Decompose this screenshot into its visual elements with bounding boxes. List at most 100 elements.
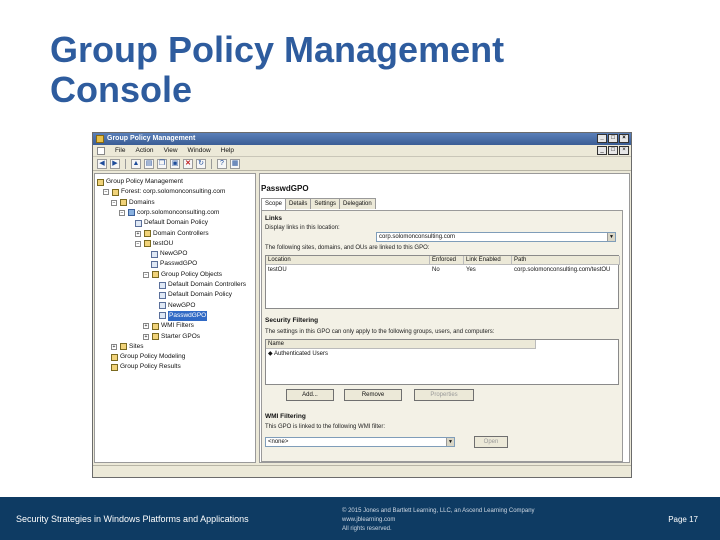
maximize-button[interactable]: □ — [608, 134, 618, 143]
tree-item[interactable]: Default Domain Controllers — [159, 280, 246, 290]
window-title: Group Policy Management — [107, 135, 196, 142]
tree-item[interactable]: Group Policy Modeling — [111, 352, 185, 362]
remove-button[interactable]: Remove — [344, 389, 402, 401]
security-grid[interactable]: Name ◆ Authenticated Users — [265, 339, 619, 385]
tree-item[interactable]: − Domains — [111, 198, 155, 208]
tree-item[interactable]: − Forest: corp.solomonconsulting.com — [103, 187, 225, 197]
tree-item[interactable]: Default Domain Policy — [135, 218, 208, 228]
tree-item[interactable]: Group Policy Management — [97, 177, 183, 187]
console-icon[interactable]: ▦ — [230, 158, 240, 169]
tree-item-label: Sites — [129, 342, 144, 350]
chevron-down-icon[interactable]: ▼ — [607, 233, 615, 241]
minimize-button[interactable]: _ — [597, 134, 607, 143]
paste-icon[interactable]: ▣ — [170, 158, 180, 169]
tree-item[interactable]: − testOU — [135, 239, 173, 249]
window-titlebar[interactable]: Group Policy Management _ □ × — [93, 133, 631, 145]
col-enforced[interactable]: Enforced — [430, 256, 464, 265]
modeling-icon — [111, 353, 118, 361]
tree-item-label: Default Domain Policy — [144, 219, 208, 227]
collapse-icon[interactable]: − — [111, 199, 117, 206]
tab-strip: Scope Details Settings Delegation — [261, 198, 376, 210]
gpo-title: PasswdGPO — [261, 184, 309, 193]
tab-settings[interactable]: Settings — [310, 198, 341, 209]
forward-icon[interactable]: ▶ — [110, 158, 120, 169]
expand-icon[interactable]: + — [143, 323, 149, 330]
menu-window[interactable]: Window — [188, 147, 211, 154]
status-bar — [93, 465, 631, 477]
tree-item-label: NewGPO — [160, 250, 188, 258]
tree-item[interactable]: + Sites — [111, 342, 143, 352]
slide-title-line2: Console — [50, 69, 193, 110]
scope-tab-panel: Links Display links in this location: co… — [261, 210, 623, 462]
col-path[interactable]: Path — [512, 256, 620, 265]
tree-item[interactable]: − corp.solomonconsulting.com — [119, 208, 219, 218]
security-row-authenticated-users[interactable]: ◆ Authenticated Users — [266, 350, 536, 359]
tab-delegation[interactable]: Delegation — [339, 198, 376, 209]
chevron-down-icon[interactable]: ▼ — [446, 438, 454, 446]
delete-icon[interactable]: ✕ — [183, 158, 193, 169]
child-maximize-button[interactable]: □ — [608, 146, 618, 155]
copy-icon[interactable]: ❐ — [157, 158, 167, 169]
tab-scope[interactable]: Scope — [261, 198, 287, 210]
tree-item-label: Group Policy Objects — [161, 270, 223, 278]
col-name[interactable]: Name — [266, 340, 536, 349]
refresh-icon[interactable]: ↻ — [196, 158, 206, 169]
back-icon[interactable]: ◀ — [97, 158, 107, 169]
menu-help[interactable]: Help — [221, 147, 234, 154]
website-line: www.jblearning.com — [342, 517, 396, 523]
tree-item-label: testOU — [153, 239, 174, 247]
child-close-button[interactable]: × — [619, 146, 629, 155]
sites-icon — [120, 343, 127, 351]
domain-icon — [128, 209, 135, 217]
page-number: Page 17 — [668, 515, 698, 524]
slide-title: Group Policy Management Console — [50, 30, 670, 110]
tree-item[interactable]: + WMI Filters — [143, 321, 194, 331]
collapse-icon[interactable]: − — [143, 271, 149, 278]
col-location[interactable]: Location — [266, 256, 430, 265]
child-minimize-button[interactable]: _ — [597, 146, 607, 155]
open-button[interactable]: Open — [474, 436, 508, 448]
folder-icon — [152, 271, 159, 279]
console-tree[interactable]: Group Policy Management − Forest: corp.sol… — [94, 173, 256, 463]
collapse-icon[interactable]: − — [119, 209, 125, 216]
tree-item-label: Domains — [129, 198, 155, 206]
tree-item[interactable]: − Group Policy Objects — [143, 270, 222, 280]
gpo-link-icon — [135, 219, 142, 227]
link-row-path[interactable]: corp.solomonconsulting.com/testOU — [512, 266, 620, 275]
collapse-icon[interactable]: − — [135, 240, 141, 247]
tree-item-label: WMI Filters — [161, 322, 194, 330]
tree-item[interactable]: Default Domain Policy — [159, 290, 232, 300]
menu-view[interactable]: View — [164, 147, 178, 154]
close-button[interactable]: × — [619, 134, 629, 143]
wmi-filter-combo[interactable]: <none> ▼ — [265, 437, 455, 447]
add-button[interactable]: Add... — [286, 389, 334, 401]
properties-icon[interactable]: ▤ — [144, 158, 154, 169]
tree-item[interactable]: + Domain Controllers — [135, 229, 209, 239]
menu-file[interactable]: File — [115, 147, 125, 154]
col-link-enabled[interactable]: Link Enabled — [464, 256, 512, 265]
help-icon[interactable]: ? — [217, 158, 227, 169]
tree-item[interactable]: PasswdGPO — [159, 310, 208, 321]
location-combo[interactable]: corp.solomonconsulting.com ▼ — [376, 232, 616, 242]
links-grid[interactable]: Location Enforced Link Enabled Path test… — [265, 255, 620, 309]
expand-icon[interactable]: + — [111, 343, 117, 350]
tree-item[interactable]: NewGPO — [151, 249, 187, 259]
tree-item[interactable]: Group Policy Results — [111, 362, 181, 372]
properties-button[interactable]: Properties — [414, 389, 474, 401]
tree-item[interactable]: NewGPO — [159, 301, 195, 311]
menu-action[interactable]: Action — [135, 147, 153, 154]
link-row-location[interactable]: testOU — [266, 266, 430, 275]
tab-details[interactable]: Details — [285, 198, 312, 209]
security-filtering-heading: Security Filtering — [265, 317, 319, 324]
folder-icon — [152, 322, 159, 330]
link-row-enabled[interactable]: Yes — [464, 266, 512, 275]
tree-item[interactable]: + Starter GPOs — [143, 332, 200, 342]
tree-item[interactable]: PasswdGPO — [151, 259, 197, 269]
expand-icon[interactable]: + — [143, 333, 149, 340]
expand-icon[interactable]: + — [135, 230, 141, 237]
folder-up-icon[interactable]: ▲ — [131, 158, 141, 169]
gpm-app-icon — [96, 135, 104, 143]
tree-item-label: corp.solomonconsulting.com — [137, 208, 220, 216]
link-row-enforced[interactable]: No — [430, 266, 464, 275]
collapse-icon[interactable]: − — [103, 189, 109, 196]
